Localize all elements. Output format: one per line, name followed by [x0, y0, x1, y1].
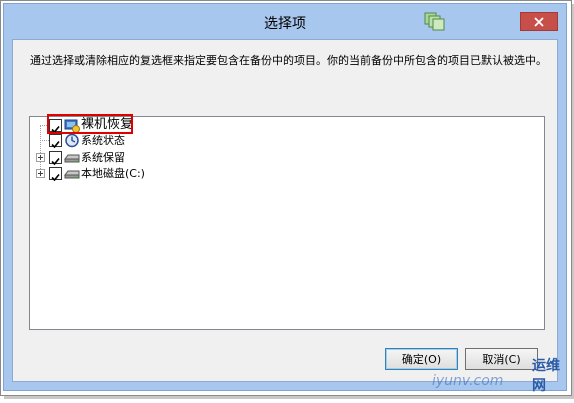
- watermark-url: iyunv.com: [432, 373, 504, 389]
- options-dialog: 选择项 通过选择或清除相应的复选框来指定要包含在备份中的项目。你的当前备份中所包…: [3, 3, 567, 391]
- system-state-checkbox[interactable]: [49, 134, 62, 149]
- drive-icon: [64, 150, 80, 165]
- description-text: 通过选择或清除相应的复选框来指定要包含在备份中的项目。你的当前备份中所包含的项目…: [30, 54, 547, 67]
- watermark: 运维网 iyunv.com: [428, 355, 568, 395]
- close-button[interactable]: [520, 12, 558, 31]
- close-icon: [534, 12, 544, 31]
- title-bar[interactable]: 选择项: [4, 4, 566, 39]
- windows-stack-icon: [424, 12, 446, 32]
- tree-item-local-disk-c[interactable]: 本地磁盘(C:): [30, 166, 430, 182]
- watermark-brand: 运维网: [532, 358, 560, 394]
- expand-icon[interactable]: [36, 153, 45, 162]
- tree-item-label: 系统保留: [81, 151, 125, 164]
- tree-item-system-state[interactable]: 系统状态: [30, 133, 430, 149]
- system-reserved-checkbox[interactable]: [49, 151, 62, 166]
- drive-icon: [64, 166, 80, 181]
- expand-icon[interactable]: [36, 169, 45, 178]
- local-disk-c-checkbox[interactable]: [49, 167, 62, 182]
- frame-shadow-bottom: [4, 396, 574, 399]
- backup-items-tree[interactable]: 裸机恢复 系统状态 系统保留 本地磁盘(C:): [29, 116, 545, 330]
- dialog-content: 通过选择或清除相应的复选框来指定要包含在备份中的项目。你的当前备份中所包含的项目…: [12, 39, 558, 382]
- tree-item-system-reserved[interactable]: 系统保留: [30, 150, 430, 166]
- annotation-highlight-box: [47, 114, 133, 134]
- tree-item-label: 系统状态: [81, 134, 125, 147]
- system-state-icon: [64, 133, 80, 148]
- dialog-title: 选择项: [264, 16, 306, 32]
- tree-item-label: 本地磁盘(C:): [81, 167, 145, 180]
